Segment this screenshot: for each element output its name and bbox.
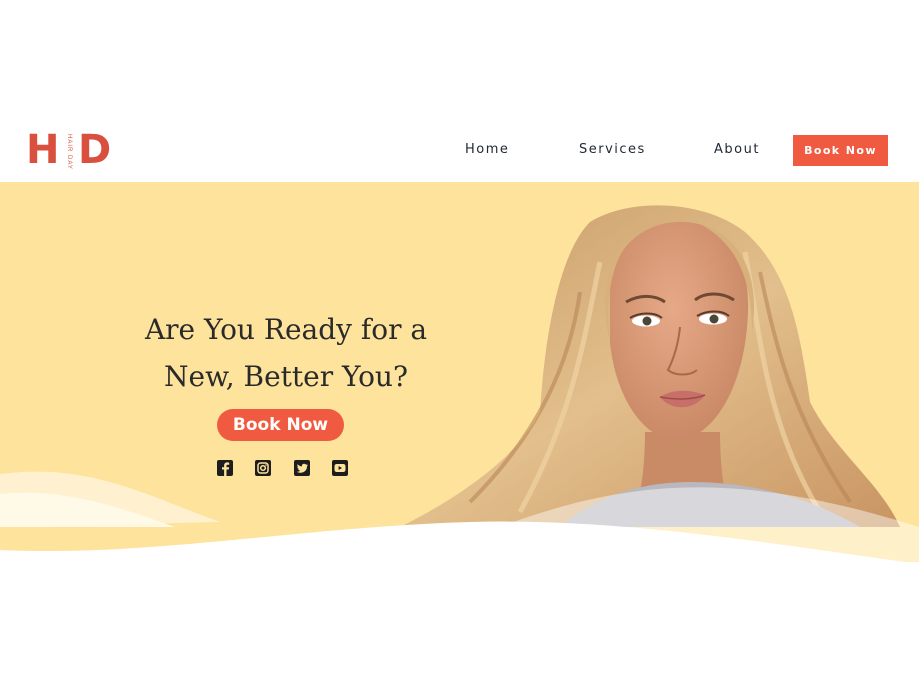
logo-letter-d: D [78,127,112,173]
site-header: H HAIR DAY D Home Services About Book No… [0,118,919,182]
instagram-icon[interactable] [254,459,272,477]
logo-letter-h: H [26,127,60,173]
nav-home[interactable]: Home [465,142,509,157]
nav-about[interactable]: About [714,142,760,157]
hero-headline-line-2: New, Better You? [164,360,408,393]
twitter-icon[interactable] [293,459,311,477]
logo-tagline: HAIR DAY [66,134,72,170]
hero-section: Are You Ready for a New, Better You? Boo… [0,182,919,562]
brand-logo[interactable]: H HAIR DAY D [26,127,111,173]
hero-headline-line-1: Are You Ready for a [144,313,428,346]
hero-headline: Are You Ready for a New, Better You? [110,306,462,400]
youtube-icon[interactable] [331,459,349,477]
nav-services[interactable]: Services [579,142,646,157]
header-book-now-button[interactable]: Book Now [793,135,888,166]
hero-book-now-button[interactable]: Book Now [217,409,344,441]
facebook-icon[interactable] [216,459,234,477]
